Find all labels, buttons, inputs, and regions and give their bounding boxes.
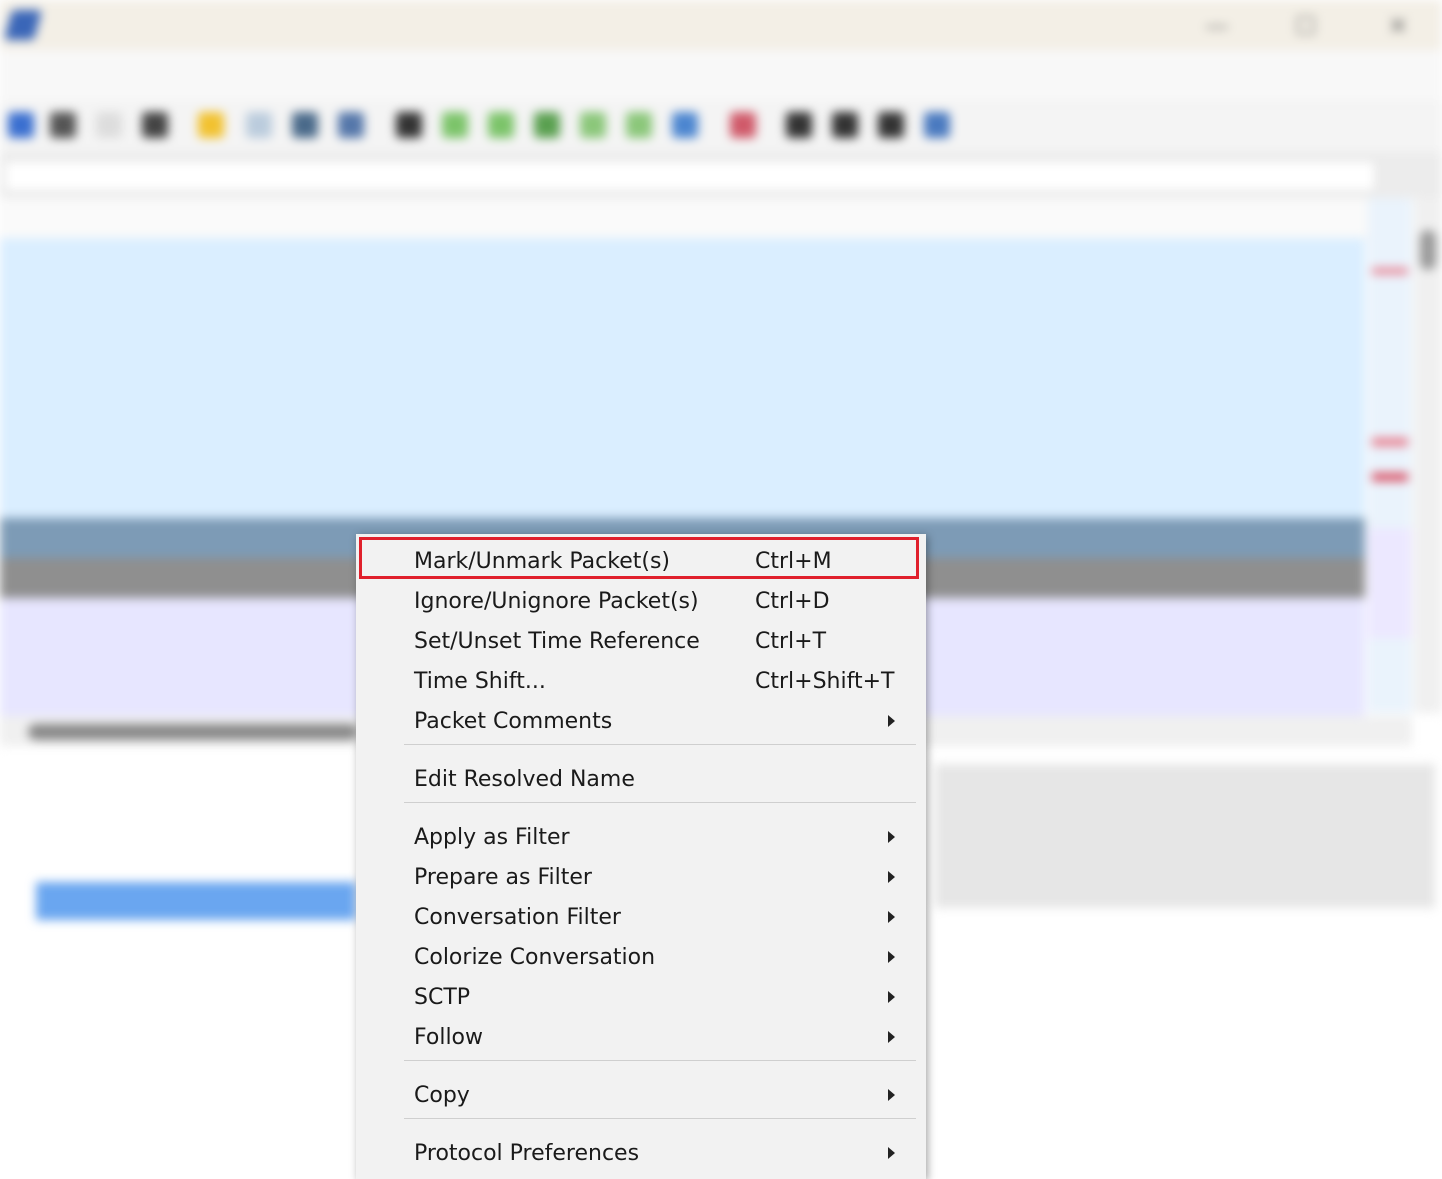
menu-item-label: Set/Unset Time Reference <box>414 629 700 654</box>
packet-list-header <box>0 198 1412 239</box>
autoscroll-icon[interactable] <box>672 112 698 138</box>
menu-item-label: Time Shift... <box>414 669 546 694</box>
menu-item-label: Copy <box>414 1083 470 1108</box>
menu-item-conversation-filter[interactable]: Conversation Filter <box>356 896 926 936</box>
minimize-icon[interactable]: — <box>1205 12 1229 40</box>
stop-icon[interactable] <box>50 112 76 138</box>
menu-item-label: Protocol Preferences <box>414 1141 640 1166</box>
packet-row[interactable] <box>0 238 1365 278</box>
forward-arrow-icon[interactable] <box>488 112 514 138</box>
menu-item-shortcut: Ctrl+D <box>755 589 830 614</box>
detail-tree-row[interactable] <box>0 762 360 800</box>
menu-item-label: Ignore/Unignore Packet(s) <box>414 589 699 614</box>
title-bar: — ☐ ✕ <box>0 0 1442 50</box>
resize-columns-icon[interactable] <box>924 112 950 138</box>
restart-icon[interactable] <box>96 112 122 138</box>
gear-icon[interactable] <box>142 112 168 138</box>
submenu-arrow-icon <box>888 1031 895 1043</box>
menu-item-time-reference[interactable]: Set/Unset Time Reference Ctrl+T <box>356 620 926 660</box>
menu-item-label: Conversation Filter <box>414 905 621 930</box>
menu-item-copy[interactable]: Copy <box>356 1074 926 1114</box>
menu-item-label: Packet Comments <box>414 709 613 734</box>
menu-item-colorize-conversation[interactable]: Colorize Conversation <box>356 936 926 976</box>
menu-item-apply-as-filter[interactable]: Apply as Filter <box>356 816 926 856</box>
menu-item-shortcut: Ctrl+Shift+T <box>755 669 895 694</box>
reload-icon[interactable] <box>338 112 364 138</box>
zoom-in-icon[interactable] <box>786 112 812 138</box>
menu-item-mark-unmark[interactable]: Mark/Unmark Packet(s) Ctrl+M <box>356 540 926 580</box>
menu-item-label: Colorize Conversation <box>414 945 656 970</box>
menu-separator <box>404 802 916 803</box>
save-icon[interactable] <box>292 112 318 138</box>
display-filter-input[interactable] <box>4 160 1376 192</box>
app-logo-icon <box>3 10 43 40</box>
detail-tree-row[interactable] <box>0 840 360 878</box>
menu-item-label: Edit Resolved Name <box>414 767 635 792</box>
submenu-arrow-icon <box>888 715 895 727</box>
folder-icon[interactable] <box>198 112 224 138</box>
packet-row[interactable] <box>0 278 1365 318</box>
colorize-icon[interactable] <box>730 112 756 138</box>
submenu-arrow-icon <box>888 991 895 1003</box>
hex-row <box>935 836 1435 872</box>
detail-tree-row[interactable] <box>0 800 360 838</box>
packet-row[interactable] <box>0 438 1365 478</box>
main-toolbar <box>0 100 1442 152</box>
maximize-icon[interactable]: ☐ <box>1295 12 1317 40</box>
packet-list-scrollbar[interactable] <box>1414 198 1442 713</box>
menu-item-label: SCTP <box>414 985 471 1010</box>
hex-row <box>935 764 1435 800</box>
submenu-arrow-icon <box>888 911 895 923</box>
menu-item-label: Apply as Filter <box>414 825 570 850</box>
menu-item-prepare-as-filter[interactable]: Prepare as Filter <box>356 856 926 896</box>
file-icon[interactable] <box>246 112 272 138</box>
packet-row[interactable] <box>0 478 1365 518</box>
menu-bar <box>0 50 1442 100</box>
packet-row[interactable] <box>0 398 1365 438</box>
menu-item-time-shift[interactable]: Time Shift... Ctrl+Shift+T <box>356 660 926 700</box>
first-packet-icon[interactable] <box>580 112 606 138</box>
menu-item-sctp[interactable]: SCTP <box>356 976 926 1016</box>
close-icon[interactable]: ✕ <box>1388 12 1408 40</box>
menu-item-protocol-preferences[interactable]: Protocol Preferences <box>356 1132 926 1172</box>
back-arrow-icon[interactable] <box>442 112 468 138</box>
normal-size-icon[interactable] <box>878 112 904 138</box>
menu-item-label: Prepare as Filter <box>414 865 592 890</box>
shark-fin-icon[interactable] <box>8 112 34 138</box>
submenu-arrow-icon <box>888 871 895 883</box>
zoom-out-icon[interactable] <box>832 112 858 138</box>
submenu-arrow-icon <box>888 831 895 843</box>
menu-item-packet-comments[interactable]: Packet Comments <box>356 700 926 740</box>
packet-minimap[interactable] <box>1368 198 1412 713</box>
menu-item-follow[interactable]: Follow <box>356 1016 926 1056</box>
menu-separator <box>404 1060 916 1061</box>
menu-item-edit-resolved-name[interactable]: Edit Resolved Name <box>356 758 926 798</box>
menu-separator <box>404 1118 916 1119</box>
submenu-arrow-icon <box>888 1089 895 1101</box>
menu-item-shortcut: Ctrl+M <box>755 549 832 574</box>
hex-row <box>935 872 1435 908</box>
packet-row[interactable] <box>0 358 1365 398</box>
go-to-packet-icon[interactable] <box>534 112 560 138</box>
last-packet-icon[interactable] <box>626 112 652 138</box>
menu-item-shortcut: Ctrl+T <box>755 629 827 654</box>
menu-item-label: Follow <box>414 1025 484 1050</box>
submenu-arrow-icon <box>888 951 895 963</box>
menu-item-label: Mark/Unmark Packet(s) <box>414 549 670 574</box>
detail-tree-row-selected[interactable] <box>36 882 356 920</box>
display-filter-bar <box>0 152 1442 198</box>
packet-row[interactable] <box>0 318 1365 358</box>
search-icon[interactable] <box>396 112 422 138</box>
menu-separator <box>404 744 916 745</box>
menu-item-ignore-unignore[interactable]: Ignore/Unignore Packet(s) Ctrl+D <box>356 580 926 620</box>
submenu-arrow-icon <box>888 1147 895 1159</box>
hex-row <box>935 800 1435 836</box>
packet-context-menu: Mark/Unmark Packet(s) Ctrl+M Ignore/Unig… <box>356 534 926 1179</box>
